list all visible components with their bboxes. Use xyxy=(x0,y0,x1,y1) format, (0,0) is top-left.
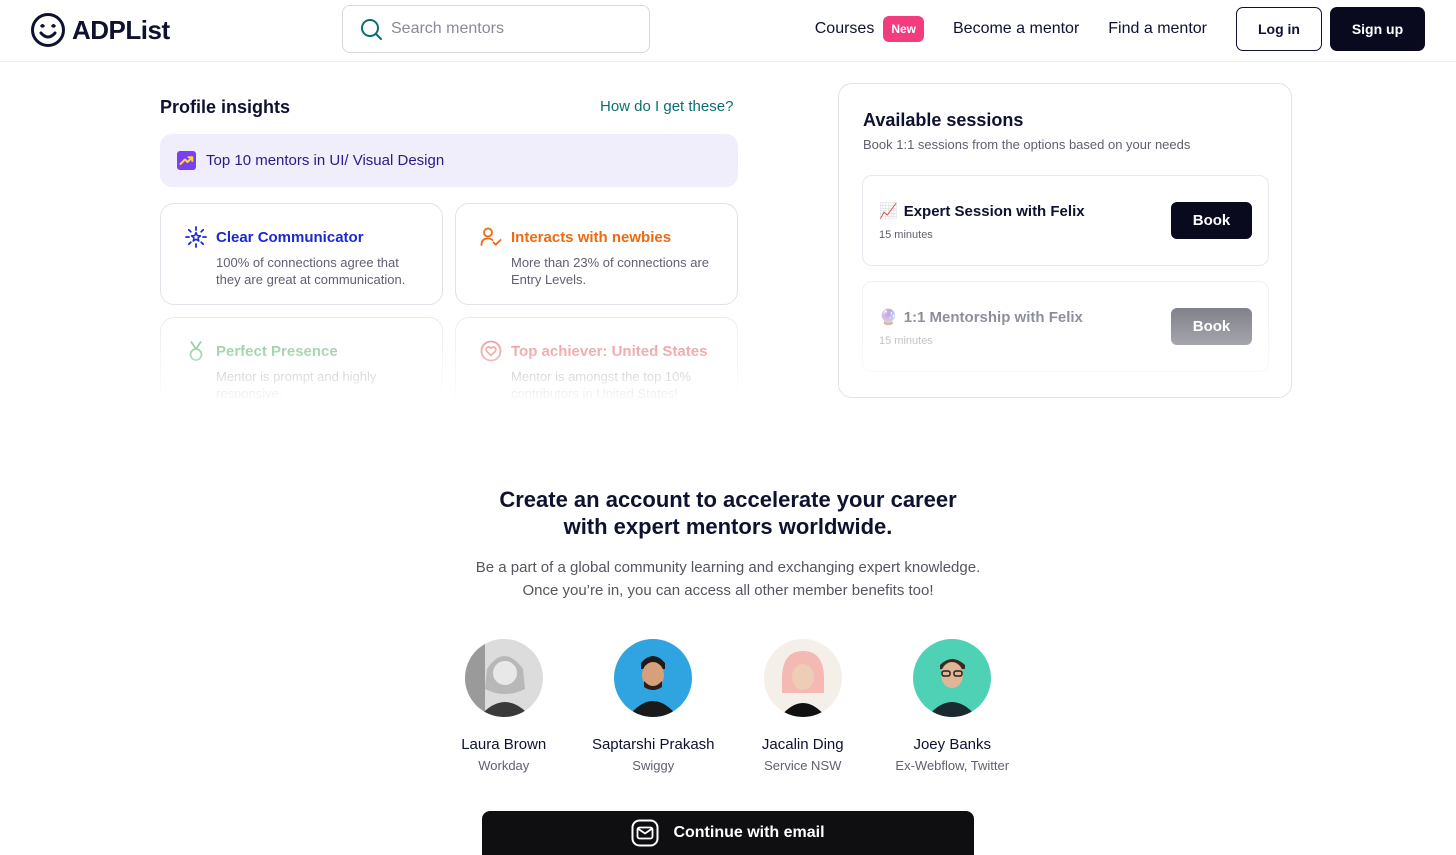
user-check-icon xyxy=(480,227,502,246)
logo-text: ADPList xyxy=(72,14,170,45)
session-duration: 15 minutes xyxy=(879,229,933,241)
mentor-org: Ex-Webflow, Twitter xyxy=(895,758,1010,773)
cta-subtext-line1: Be a part of a global community learning… xyxy=(475,559,981,576)
mentor-org: Workday xyxy=(478,758,530,773)
insight-card-presence: Perfect Presence Mentor is prompt and hi… xyxy=(160,317,443,398)
profile-insights-title: Profile insights xyxy=(160,97,291,117)
mentor-name: Joey Banks xyxy=(913,736,992,753)
cta-heading-line1: Create an account to accelerate your car… xyxy=(499,487,957,512)
card-title: Clear Communicator xyxy=(216,228,364,246)
search-input[interactable] xyxy=(391,20,631,38)
card-description: Mentor is amongst the top 10% contributo… xyxy=(511,369,691,398)
mentor-org: Service NSW xyxy=(764,758,842,773)
book-button[interactable]: Book xyxy=(1171,202,1252,239)
adplist-logo[interactable]: ADPList xyxy=(30,12,170,48)
top-navbar: ADPList Courses New Become a mentor Find… xyxy=(0,0,1456,62)
nav-links: Courses New Become a mentor Find a mento… xyxy=(815,7,1425,51)
session-duration: 15 minutes xyxy=(879,335,933,347)
nav-courses-label: Courses xyxy=(814,20,875,37)
avatar xyxy=(913,639,992,717)
card-description: More than 23% of connections are Entry L… xyxy=(511,255,710,287)
mentor-name: Jacalin Ding xyxy=(761,736,844,753)
mentor-item[interactable]: Saptarshi Prakash Swiggy xyxy=(579,639,729,773)
card-description: Mentor is prompt and highly responsive. xyxy=(216,369,377,398)
card-title: Top achiever: United States xyxy=(511,342,708,360)
session-card-mentorship[interactable]: 🔮 1:1 Mentorship with Felix 15 minutes B… xyxy=(862,281,1269,372)
avatar xyxy=(464,639,543,717)
mentor-name: Laura Brown xyxy=(461,736,547,753)
cta-heading: Create an account to accelerate your car… xyxy=(0,486,1456,540)
email-button-label: Continue with email xyxy=(673,824,825,841)
mentor-item[interactable]: Laura Brown Workday xyxy=(429,639,579,773)
featured-mentors: Laura Brown Workday Saptarshi Prakash Sw… xyxy=(429,639,1029,773)
sparkle-star-icon xyxy=(185,226,207,248)
mentor-name: Saptarshi Prakash xyxy=(591,736,715,753)
smiley-logo-icon xyxy=(31,13,65,47)
insight-card-top-achiever: Top achiever: United States Mentor is am… xyxy=(455,317,738,398)
mentor-item[interactable]: Jacalin Ding Service NSW xyxy=(728,639,878,773)
sessions-subtitle: Book 1:1 sessions from the options based… xyxy=(863,137,1191,152)
mentor-item[interactable]: Joey Banks Ex-Webflow, Twitter xyxy=(878,639,1028,773)
nav-become-mentor[interactable]: Become a mentor xyxy=(953,20,1079,38)
how-get-these-link[interactable]: How do I get these? xyxy=(600,98,733,115)
faded-cards-row: Perfect Presence Mentor is prompt and hi… xyxy=(150,310,750,398)
top-mentor-text: Top 10 mentors in UI/ Visual Design xyxy=(206,152,445,169)
new-badge: New xyxy=(883,16,924,42)
search-icon xyxy=(361,19,382,40)
card-description: 100% of connections agree that they are … xyxy=(216,255,406,287)
top-mentor-highlight: Top 10 mentors in UI/ Visual Design xyxy=(160,134,738,187)
book-button[interactable]: Book xyxy=(1171,308,1252,345)
nav-courses[interactable]: Courses New xyxy=(815,16,924,42)
session-name-row: 🔮 1:1 Mentorship with Felix xyxy=(879,308,1083,327)
heart-badge-icon xyxy=(480,340,502,362)
cta-subtext-line2: Once you’re in, you can access all other… xyxy=(522,582,934,599)
session-name: Expert Session with Felix xyxy=(903,202,1085,220)
search-box[interactable] xyxy=(342,5,650,53)
mail-icon xyxy=(631,819,659,847)
medal-icon xyxy=(189,341,203,361)
continue-with-email-button[interactable]: Continue with email xyxy=(482,811,974,855)
insight-card-newbies: Interacts with newbies More than 23% of … xyxy=(455,203,738,305)
chart-emoji-icon: 📈 xyxy=(879,203,898,220)
card-title: Interacts with newbies xyxy=(511,228,672,246)
login-button[interactable]: Log in xyxy=(1236,7,1322,51)
available-sessions-panel: Available sessions Book 1:1 sessions fro… xyxy=(838,83,1292,398)
avatar xyxy=(763,639,842,717)
crystal-ball-emoji-icon: 🔮 xyxy=(879,309,898,326)
mentor-org: Swiggy xyxy=(632,758,675,773)
card-title: Perfect Presence xyxy=(216,342,338,360)
cta-subtext: Be a part of a global community learning… xyxy=(0,556,1456,602)
session-name-row: 📈 Expert Session with Felix xyxy=(879,202,1085,221)
session-card-expert[interactable]: 📈 Expert Session with Felix 15 minutes B… xyxy=(862,175,1269,266)
trending-up-icon xyxy=(177,151,196,170)
cta-heading-line2: with expert mentors worldwide. xyxy=(563,514,893,539)
avatar xyxy=(614,639,693,717)
nav-find-mentor[interactable]: Find a mentor xyxy=(1108,20,1207,38)
signup-button[interactable]: Sign up xyxy=(1330,7,1425,51)
sessions-title: Available sessions xyxy=(863,110,1024,130)
insight-card-communicator: Clear Communicator 100% of connections a… xyxy=(160,203,443,305)
session-name: 1:1 Mentorship with Felix xyxy=(903,308,1083,326)
